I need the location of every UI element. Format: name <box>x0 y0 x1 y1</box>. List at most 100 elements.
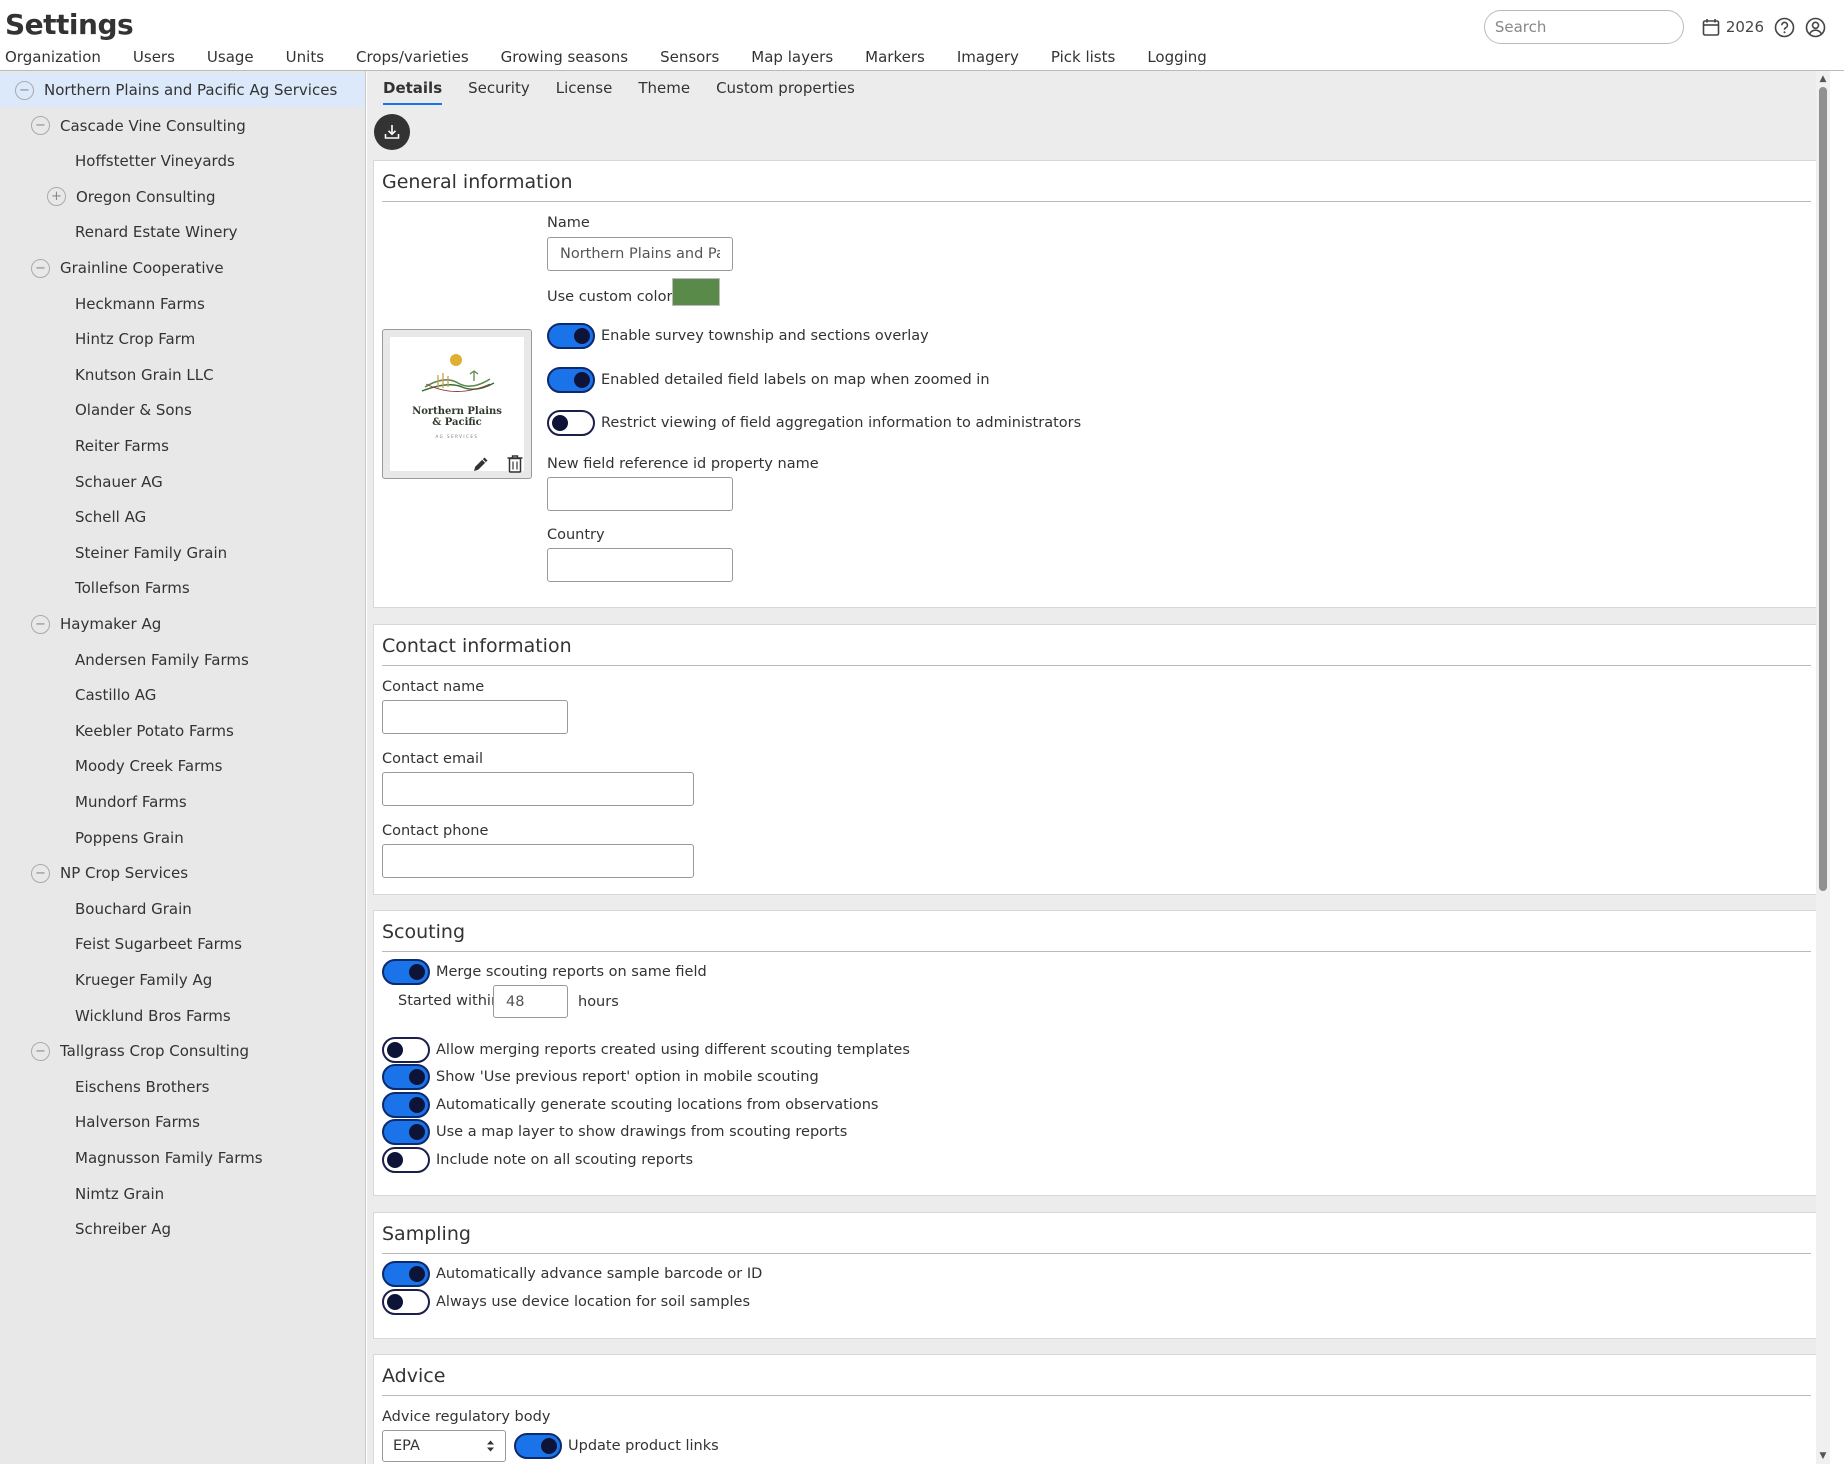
tree-item-label: Tollefson Farms <box>75 579 190 598</box>
allow-merging-toggle[interactable] <box>382 1037 430 1063</box>
tab-usage[interactable]: Usage <box>207 44 254 73</box>
tree-item[interactable]: Mundorf Farms <box>0 785 365 819</box>
map-layer-toggle[interactable] <box>382 1119 430 1145</box>
auto-advance-toggle[interactable] <box>382 1261 430 1287</box>
tree-item[interactable]: Heckmann Farms <box>0 287 365 321</box>
tree-item-label: Moody Creek Farms <box>75 757 223 776</box>
tab-markers[interactable]: Markers <box>865 44 925 73</box>
collapse-icon[interactable]: − <box>15 80 34 100</box>
tab-units[interactable]: Units <box>286 44 324 73</box>
search-input[interactable] <box>1483 10 1684 44</box>
tree-item-label: Haymaker Ag <box>60 615 162 633</box>
tree-item[interactable]: Feist Sugarbeet Farms <box>0 927 365 961</box>
tree-item[interactable]: Nimtz Grain <box>0 1177 365 1211</box>
tree-item[interactable]: Moody Creek Farms <box>0 749 365 783</box>
merge-reports-toggle[interactable] <box>382 959 430 985</box>
contact-name-input[interactable] <box>382 700 568 734</box>
hours-label: hours <box>578 994 619 1010</box>
include-note-toggle[interactable] <box>382 1147 430 1173</box>
tree-item[interactable]: − Cascade Vine Consulting <box>0 109 365 143</box>
tab-pick-lists[interactable]: Pick lists <box>1051 44 1115 73</box>
tree-item[interactable]: Hintz Crop Farm <box>0 322 365 356</box>
tree-item[interactable]: − NP Crop Services <box>0 856 365 890</box>
collapse-icon[interactable]: − <box>31 258 50 278</box>
contact-phone-label: Contact phone <box>382 823 489 839</box>
collapse-icon[interactable]: − <box>31 1041 50 1061</box>
tab-logging[interactable]: Logging <box>1147 44 1207 73</box>
tree-item[interactable]: Schell AG <box>0 500 365 534</box>
season-selector[interactable]: 2026 <box>1702 18 1764 37</box>
tree-item[interactable]: Bouchard Grain <box>0 892 365 926</box>
tree-item-label: Schreiber Ag <box>75 1220 171 1239</box>
content-scrollbar[interactable]: ▲ ▼ <box>1816 71 1830 1464</box>
tab-users[interactable]: Users <box>133 44 175 73</box>
collapse-icon[interactable]: − <box>31 116 50 136</box>
tree-item[interactable]: Wicklund Bros Farms <box>0 999 365 1033</box>
tree-item[interactable]: Schreiber Ag <box>0 1212 365 1246</box>
tab-growing-seasons[interactable]: Growing seasons <box>501 44 628 73</box>
tree-item[interactable]: − Tallgrass Crop Consulting <box>0 1034 365 1068</box>
tree-item[interactable]: Magnusson Family Farms <box>0 1141 365 1175</box>
field-labels-toggle[interactable] <box>547 367 595 393</box>
tab-imagery[interactable]: Imagery <box>957 44 1019 73</box>
device-location-toggle[interactable] <box>382 1289 430 1315</box>
tree-item[interactable]: Andersen Family Farms <box>0 643 365 677</box>
tree-item[interactable]: Halverson Farms <box>0 1105 365 1139</box>
tab-organization[interactable]: Organization <box>5 44 101 73</box>
regulatory-body-select[interactable]: EPA <box>382 1430 506 1462</box>
name-input[interactable] <box>547 237 733 271</box>
country-input[interactable] <box>547 548 733 582</box>
tree-item[interactable]: − Grainline Cooperative <box>0 251 365 285</box>
calendar-icon <box>1702 18 1720 37</box>
delete-logo-icon[interactable] <box>506 454 524 478</box>
scroll-thumb[interactable] <box>1819 87 1827 891</box>
update-links-toggle[interactable] <box>514 1433 562 1459</box>
contact-email-input[interactable] <box>382 772 694 806</box>
tree-item[interactable]: Keebler Potato Farms <box>0 714 365 748</box>
tab-theme[interactable]: Theme <box>638 77 690 105</box>
collapse-icon[interactable]: − <box>31 863 50 883</box>
tree-item[interactable]: Reiter Farms <box>0 429 365 463</box>
show-previous-toggle[interactable] <box>382 1064 430 1090</box>
survey-overlay-toggle[interactable] <box>547 323 595 349</box>
edit-logo-icon[interactable] <box>471 454 491 478</box>
tree-item[interactable]: − Northern Plains and Pacific Ag Services <box>0 73 365 107</box>
tree-item[interactable]: Renard Estate Winery <box>0 215 365 249</box>
tree-item[interactable]: Hoffstetter Vineyards <box>0 144 365 178</box>
contact-phone-input[interactable] <box>382 844 694 878</box>
tab-license[interactable]: License <box>556 77 613 105</box>
tree-item[interactable]: Castillo AG <box>0 678 365 712</box>
tab-sensors[interactable]: Sensors <box>660 44 719 73</box>
section-divider <box>382 665 1811 666</box>
download-button[interactable] <box>374 114 410 150</box>
help-icon[interactable] <box>1774 17 1795 38</box>
expand-icon[interactable]: + <box>47 187 66 207</box>
reference-id-input[interactable] <box>547 477 733 511</box>
custom-color-swatch[interactable] <box>672 278 720 306</box>
account-icon[interactable] <box>1805 17 1826 38</box>
tab-details[interactable]: Details <box>383 77 443 105</box>
tab-crops-varieties[interactable]: Crops/varieties <box>356 44 469 73</box>
tree-item[interactable]: Poppens Grain <box>0 821 365 855</box>
tab-custom-properties[interactable]: Custom properties <box>716 77 855 105</box>
tree-item[interactable]: + Oregon Consulting <box>0 180 365 214</box>
tree-item[interactable]: − Haymaker Ag <box>0 607 365 641</box>
auto-locations-toggle[interactable] <box>382 1092 430 1118</box>
collapse-icon[interactable]: − <box>31 614 50 634</box>
tab-security[interactable]: Security <box>468 77 530 105</box>
scroll-up-icon[interactable]: ▲ <box>1818 74 1828 84</box>
tree-item[interactable]: Tollefson Farms <box>0 571 365 605</box>
scroll-down-icon[interactable]: ▼ <box>1818 1451 1828 1461</box>
restrict-aggregation-toggle[interactable] <box>547 410 595 436</box>
sampling-title: Sampling <box>382 1223 471 1245</box>
map-layer-label: Use a map layer to show drawings from sc… <box>436 1124 848 1140</box>
tab-map-layers[interactable]: Map layers <box>751 44 833 73</box>
tree-item[interactable]: Knutson Grain LLC <box>0 358 365 392</box>
started-within-input[interactable] <box>493 985 568 1018</box>
tree-item[interactable]: Schauer AG <box>0 465 365 499</box>
tree-item[interactable]: Krueger Family Ag <box>0 963 365 997</box>
section-divider <box>382 201 1811 202</box>
tree-item[interactable]: Steiner Family Grain <box>0 536 365 570</box>
tree-item[interactable]: Eischens Brothers <box>0 1070 365 1104</box>
tree-item[interactable]: Olander & Sons <box>0 393 365 427</box>
